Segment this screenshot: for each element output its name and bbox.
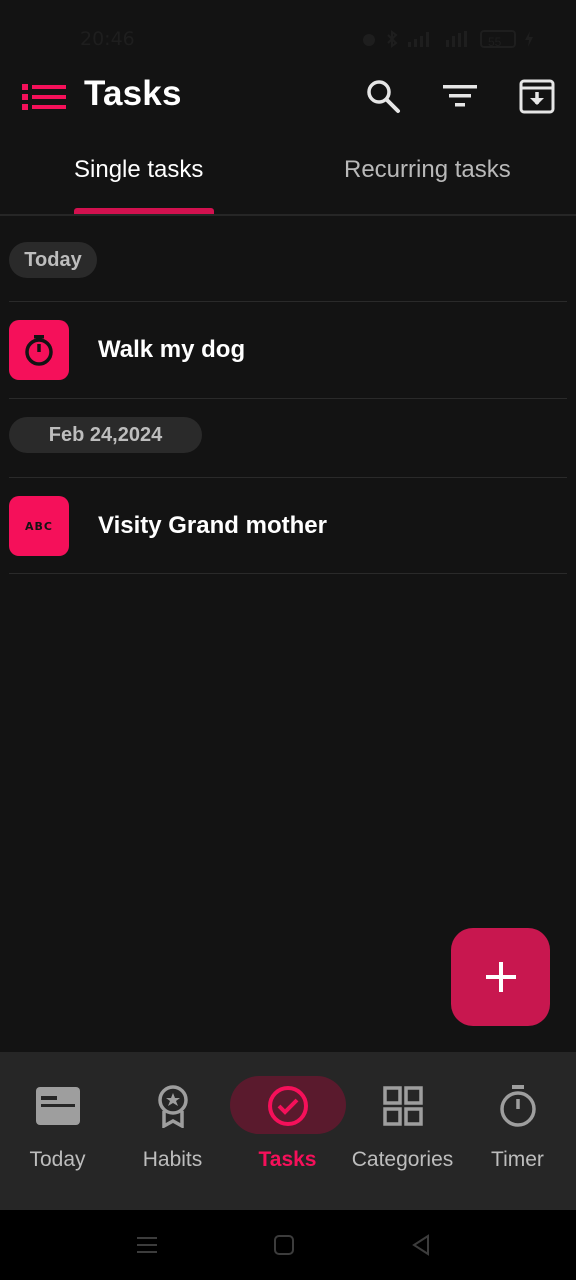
plus-icon <box>485 962 516 992</box>
signal-icon <box>408 32 429 47</box>
home-icon[interactable] <box>271 1232 297 1258</box>
nav-label: Timer <box>491 1148 544 1171</box>
app-bar: Tasks <box>0 60 576 132</box>
grid-icon <box>379 1082 427 1130</box>
status-icons: 55 <box>360 28 534 50</box>
nav-item-categories[interactable]: Categories <box>345 1052 460 1210</box>
battery-icon: 55 <box>480 30 516 49</box>
date-header-chip: Feb 24,2024 <box>9 417 202 453</box>
abc-icon: ABC <box>25 519 53 533</box>
archive-download-icon[interactable] <box>517 76 557 116</box>
page-title: Tasks <box>84 74 182 113</box>
stopwatch-icon <box>494 1082 542 1130</box>
task-title: Visity Grand mother <box>98 512 327 539</box>
nav-item-timer[interactable]: Timer <box>460 1052 575 1210</box>
signal-icon-2 <box>446 31 467 47</box>
back-icon[interactable] <box>408 1232 434 1258</box>
tabs-bar: Single tasks Recurring tasks <box>0 140 576 216</box>
nav-label: Today <box>29 1148 86 1171</box>
tab-single-tasks[interactable]: Single tasks <box>74 156 203 184</box>
nav-label: Habits <box>142 1148 203 1171</box>
task-title: Walk my dog <box>98 336 246 363</box>
add-task-button[interactable] <box>451 928 550 1026</box>
award-ribbon-icon <box>149 1082 197 1130</box>
alarm-icon <box>363 34 375 46</box>
divider <box>9 398 567 399</box>
filter-icon[interactable] <box>440 76 480 116</box>
timer-icon <box>25 335 53 366</box>
tab-recurring-tasks[interactable]: Recurring tasks <box>344 156 511 184</box>
nav-item-habits[interactable]: Habits <box>115 1052 230 1210</box>
tasks-screen: 20:46 55 Tasks Single tasks Recurring ta… <box>0 0 576 1280</box>
system-navigation-bar <box>0 1210 576 1280</box>
list-menu-icon[interactable] <box>22 82 68 112</box>
check-circle-icon <box>264 1082 312 1130</box>
divider <box>9 573 567 574</box>
recent-apps-icon[interactable] <box>134 1232 160 1258</box>
charging-icon <box>525 31 533 47</box>
nav-item-today[interactable]: Today <box>0 1052 115 1210</box>
task-category-icon: ABC <box>9 496 69 556</box>
search-icon[interactable] <box>363 76 403 116</box>
task-row[interactable]: ABC Visity Grand mother <box>0 478 576 574</box>
nav-label: Categories <box>351 1148 454 1171</box>
status-time: 20:46 <box>80 28 135 50</box>
date-header-chip: Today <box>9 242 97 278</box>
task-row[interactable]: Walk my dog <box>0 302 576 398</box>
bottom-navigation: Today Habits Tasks Categories Timer <box>0 1052 576 1210</box>
battery-level: 55 <box>488 35 502 49</box>
task-category-icon <box>9 320 69 380</box>
nav-item-tasks[interactable]: Tasks <box>229 1052 346 1210</box>
bluetooth-icon <box>387 30 398 48</box>
calendar-card-icon <box>34 1082 82 1130</box>
active-tab-indicator <box>74 208 214 214</box>
nav-label: Tasks <box>258 1148 317 1171</box>
